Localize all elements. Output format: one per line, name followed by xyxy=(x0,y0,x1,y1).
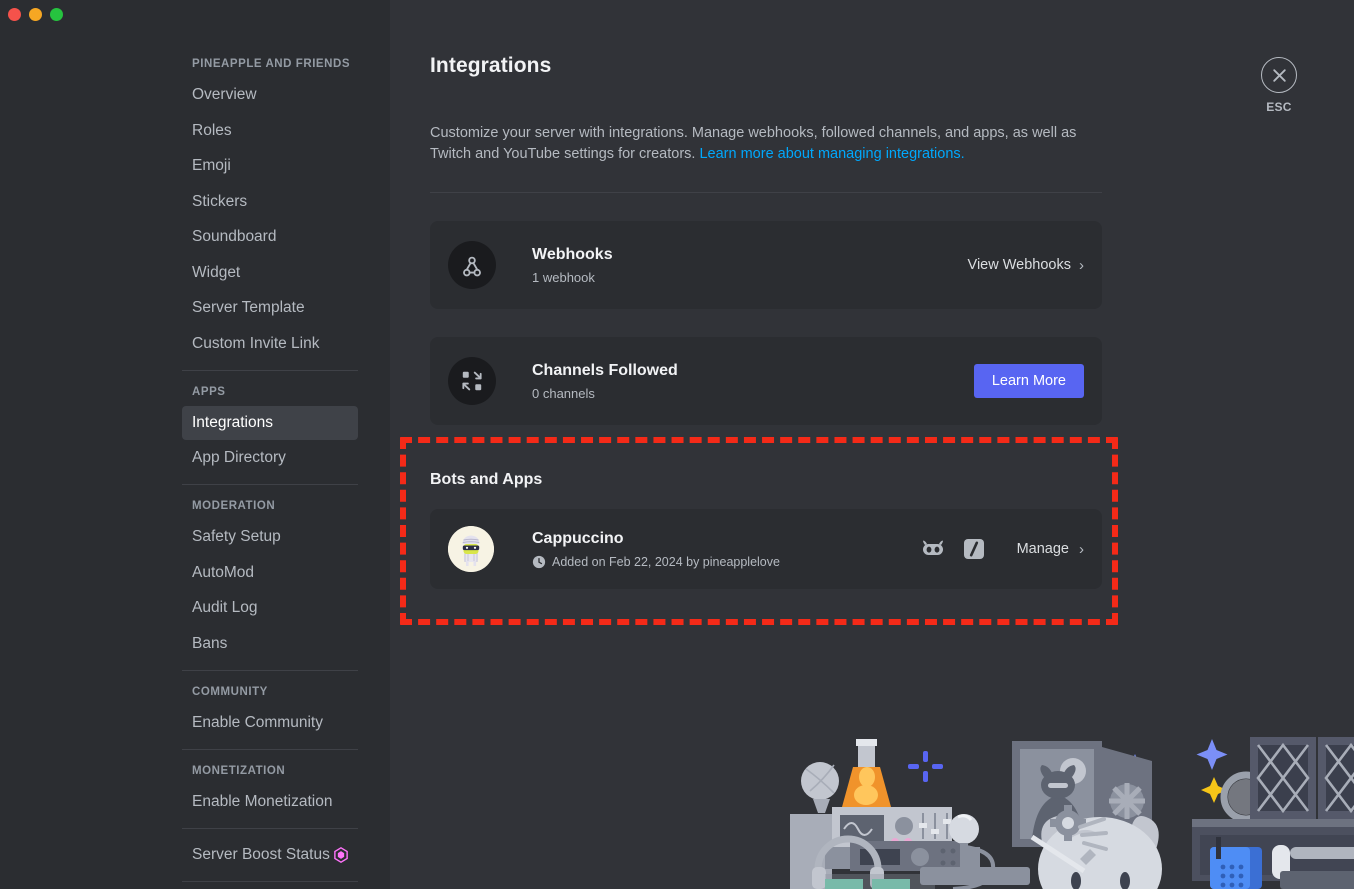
sidebar-item-overview[interactable]: Overview xyxy=(182,78,358,112)
sidebar-item-integrations[interactable]: Integrations xyxy=(182,406,358,440)
webhooks-subtitle: 1 webhook xyxy=(532,269,968,286)
cappuccino-avatar xyxy=(448,526,494,572)
page-description: Customize your server with integrations.… xyxy=(430,123,1102,165)
webhook-icon-wrapper xyxy=(448,241,496,289)
channels-followed-subtitle: 0 channels xyxy=(532,385,974,402)
sidebar-item-label: Soundboard xyxy=(192,227,276,247)
sidebar-item-bans[interactable]: Bans xyxy=(182,627,358,661)
sidebar-item-label: Overview xyxy=(192,85,257,105)
webhook-icon xyxy=(459,252,485,278)
window-controls xyxy=(8,8,63,21)
webhooks-title: Webhooks xyxy=(532,245,968,265)
sidebar-item-label: Enable Monetization xyxy=(192,792,332,812)
nav-section-header-community: COMMUNITY xyxy=(192,680,368,704)
sidebar-item-label: Roles xyxy=(192,121,232,141)
slash-command-icon xyxy=(963,538,985,560)
sidebar-item-label: Server Boost Status xyxy=(192,845,330,865)
clock-icon xyxy=(532,555,546,569)
sidebar-item-label: App Directory xyxy=(192,448,286,468)
close-settings-button[interactable]: ESC xyxy=(1261,57,1297,114)
bot-info: Cappuccino Added on Feb 22, 2024 by pine… xyxy=(532,529,921,570)
sidebar-item-audit-log[interactable]: Audit Log xyxy=(182,591,358,625)
page-title: Integrations xyxy=(430,54,1102,78)
sidebar-item-label: Bans xyxy=(192,634,227,654)
sidebar-item-label: Widget xyxy=(192,263,240,283)
sidebar-item-label: Safety Setup xyxy=(192,527,281,547)
sidebar-divider xyxy=(182,881,358,882)
nav-section-header-apps: APPS xyxy=(192,380,368,404)
sidebar-item-label: Custom Invite Link xyxy=(192,334,320,354)
bot-list-item[interactable]: Cappuccino Added on Feb 22, 2024 by pine… xyxy=(430,509,1102,589)
sidebar-item-label: Stickers xyxy=(192,192,247,212)
channels-followed-card[interactable]: Channels Followed 0 channels Learn More xyxy=(430,337,1102,425)
sidebar-item-label: AutoMod xyxy=(192,563,254,583)
sidebar-item-safety-setup[interactable]: Safety Setup xyxy=(182,520,358,554)
sidebar-divider xyxy=(182,749,358,750)
sidebar-item-label: Audit Log xyxy=(192,598,258,618)
bots-and-apps-section: Bots and Apps xyxy=(430,471,1102,589)
settings-main-panel: Integrations Customize your server with … xyxy=(390,0,1354,889)
maximize-window-button[interactable] xyxy=(50,8,63,21)
close-icon-circle xyxy=(1261,57,1297,93)
close-icon xyxy=(1271,67,1288,84)
manage-label: Manage xyxy=(1017,541,1069,557)
nav-section-header-server: PINEAPPLE AND FRIENDS xyxy=(192,52,368,76)
sidebar-divider xyxy=(182,484,358,485)
bot-badges xyxy=(921,538,985,560)
server-boost-icon xyxy=(334,847,348,863)
settings-nav: PINEAPPLE AND FRIENDS Overview Roles Emo… xyxy=(192,52,368,889)
sidebar-item-enable-community[interactable]: Enable Community xyxy=(182,706,358,740)
sidebar-item-automod[interactable]: AutoMod xyxy=(182,556,358,590)
chevron-right-icon: › xyxy=(1079,258,1084,273)
sidebar-item-enable-monetization[interactable]: Enable Monetization xyxy=(182,785,358,819)
webhooks-card[interactable]: Webhooks 1 webhook View Webhooks › xyxy=(430,221,1102,309)
sidebar-divider xyxy=(182,828,358,829)
sidebar-item-custom-invite-link[interactable]: Custom Invite Link xyxy=(182,327,358,361)
channels-followed-title: Channels Followed xyxy=(532,361,974,381)
integrations-content: Integrations Customize your server with … xyxy=(430,0,1102,589)
sidebar-item-label: Enable Community xyxy=(192,713,323,733)
sidebar-item-emoji[interactable]: Emoji xyxy=(182,149,358,183)
sidebar-item-server-template[interactable]: Server Template xyxy=(182,291,358,325)
sidebar-item-server-boost-status[interactable]: Server Boost Status xyxy=(182,838,358,872)
sidebar-divider xyxy=(182,370,358,371)
sidebar-item-widget[interactable]: Widget xyxy=(182,256,358,290)
workshop-illustration xyxy=(780,719,1354,889)
sidebar-divider xyxy=(182,670,358,671)
webhooks-card-text: Webhooks 1 webhook xyxy=(532,245,968,286)
sidebar-item-app-directory[interactable]: App Directory xyxy=(182,441,358,475)
nav-section-header-moderation: MODERATION xyxy=(192,494,368,518)
sidebar-item-soundboard[interactable]: Soundboard xyxy=(182,220,358,254)
learn-more-button[interactable]: Learn More xyxy=(974,364,1084,398)
sidebar-item-label: Integrations xyxy=(192,413,273,433)
learn-more-integrations-link[interactable]: Learn more about managing integrations. xyxy=(699,146,964,162)
settings-sidebar: PINEAPPLE AND FRIENDS Overview Roles Emo… xyxy=(0,0,390,889)
bots-and-apps-title: Bots and Apps xyxy=(430,471,1102,489)
view-webhooks-link[interactable]: View Webhooks › xyxy=(968,257,1084,273)
settings-window: PINEAPPLE AND FRIENDS Overview Roles Emo… xyxy=(0,0,1354,889)
channels-followed-card-text: Channels Followed 0 channels xyxy=(532,361,974,402)
esc-label: ESC xyxy=(1261,100,1297,114)
manage-bot-link[interactable]: Manage › xyxy=(1017,541,1084,557)
channels-followed-icon xyxy=(459,368,485,394)
nav-section-header-monetization: MONETIZATION xyxy=(192,759,368,783)
channels-followed-icon-wrapper xyxy=(448,357,496,405)
illustration-artwork xyxy=(780,719,1354,889)
bot-added-text: Added on Feb 22, 2024 by pineapplelove xyxy=(552,554,780,570)
minimize-window-button[interactable] xyxy=(29,8,42,21)
close-window-button[interactable] xyxy=(8,8,21,21)
bot-name: Cappuccino xyxy=(532,529,921,549)
bot-face-icon xyxy=(921,539,945,559)
sidebar-item-roles[interactable]: Roles xyxy=(182,114,358,148)
sidebar-item-stickers[interactable]: Stickers xyxy=(182,185,358,219)
sidebar-item-label: Server Template xyxy=(192,298,305,318)
sidebar-item-label: Emoji xyxy=(192,156,231,176)
avatar-artwork xyxy=(448,526,494,572)
chevron-right-icon: › xyxy=(1079,542,1084,557)
view-webhooks-label: View Webhooks xyxy=(968,257,1071,273)
bot-meta: Added on Feb 22, 2024 by pineapplelove xyxy=(532,554,921,570)
section-divider xyxy=(430,192,1102,193)
